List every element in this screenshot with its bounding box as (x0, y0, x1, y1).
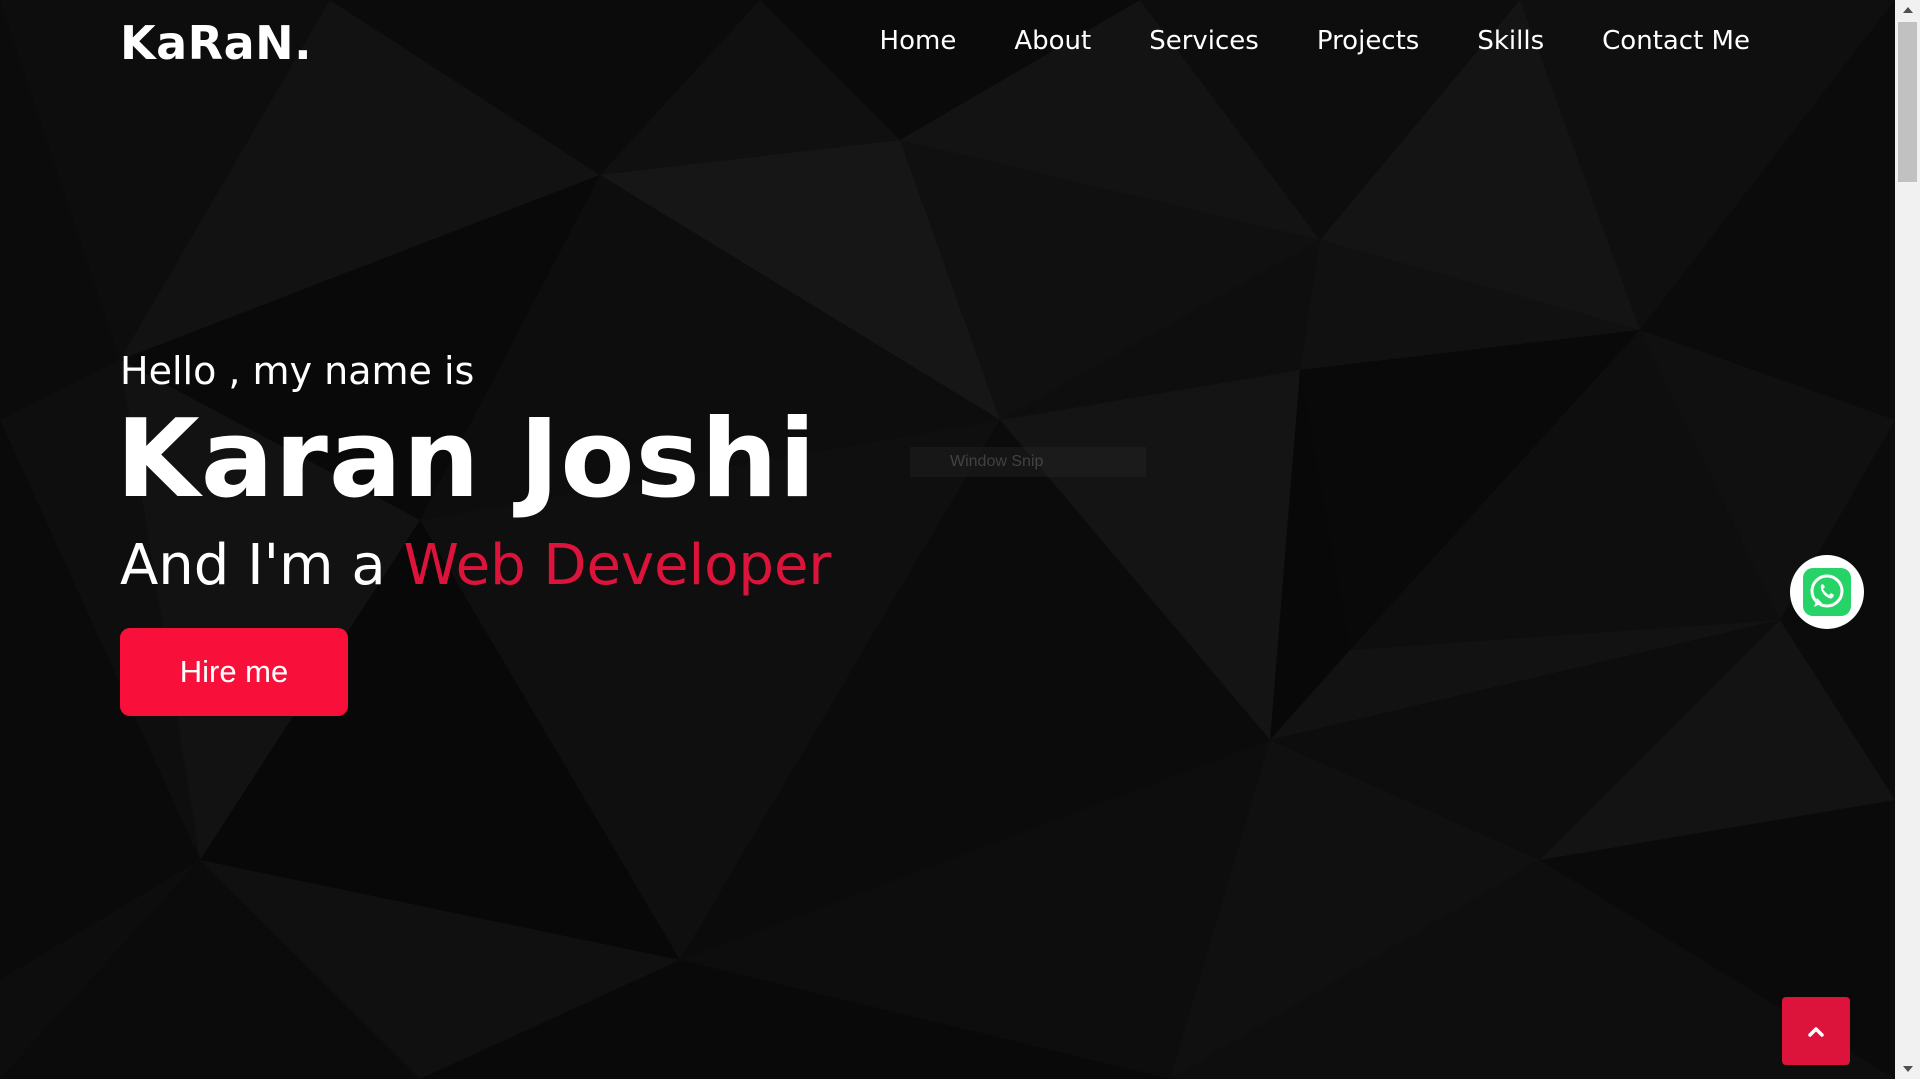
nav-item-about: About (1014, 26, 1091, 56)
navbar: KaRaN. Home About Services Projects Skil… (0, 0, 1895, 92)
nav-menu: Home About Services Projects Skills Cont… (822, 26, 1750, 56)
hire-me-button[interactable]: Hire me (120, 628, 348, 716)
page: KaRaN. Home About Services Projects Skil… (0, 0, 1920, 1079)
page-scrollbar[interactable] (1895, 0, 1920, 1079)
nav-item-services: Services (1149, 26, 1259, 56)
site-logo[interactable]: KaRaN. (120, 16, 312, 70)
nav-link-projects[interactable]: Projects (1317, 26, 1420, 56)
scroll-up-triangle-icon (1902, 7, 1913, 13)
hero-greeting: Hello , my name is (120, 349, 475, 393)
nav-link-services[interactable]: Services (1149, 26, 1259, 56)
nav-item-contact: Contact Me (1602, 26, 1750, 56)
scrollbar-thumb[interactable] (1898, 22, 1917, 182)
window-snip-overlay: Window Snip (910, 447, 1146, 477)
chevron-up-icon (1808, 1027, 1824, 1037)
nav-link-about[interactable]: About (1014, 26, 1091, 56)
scroll-down-triangle-icon (1902, 1066, 1913, 1072)
hero-section: Hello , my name is Karan Joshi And I'm a… (116, 349, 831, 716)
whatsapp-button[interactable] (1790, 555, 1864, 629)
whatsapp-icon (1803, 568, 1851, 616)
hero-role-highlight: Web Developer (403, 533, 832, 598)
hero-role: And I'm a Web Developer (120, 538, 831, 594)
nav-item-projects: Projects (1317, 26, 1420, 56)
nav-item-home: Home (880, 26, 957, 56)
nav-link-contact[interactable]: Contact Me (1602, 26, 1750, 56)
scrollbar-down-arrow[interactable] (1895, 1059, 1920, 1079)
scrollbar-up-arrow[interactable] (1895, 0, 1920, 20)
nav-link-skills[interactable]: Skills (1477, 26, 1544, 56)
nav-item-skills: Skills (1477, 26, 1544, 56)
scroll-to-top-button[interactable] (1782, 997, 1850, 1065)
hero-name: Karan Joshi (116, 397, 817, 522)
hero-role-prefix: And I'm a (120, 533, 404, 598)
nav-link-home[interactable]: Home (880, 26, 957, 56)
